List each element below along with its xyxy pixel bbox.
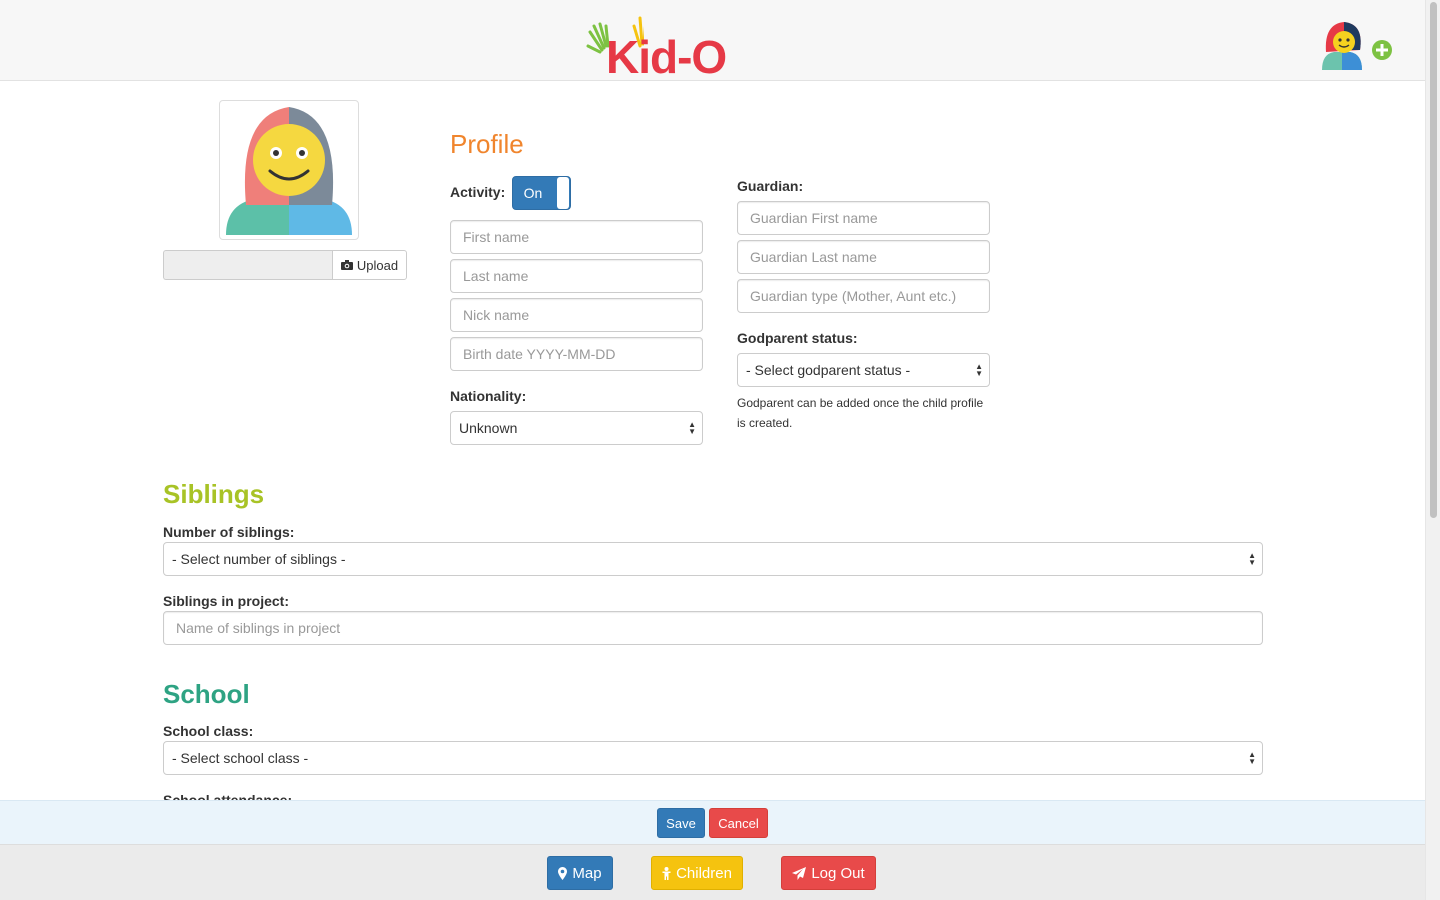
child-avatar (219, 100, 359, 240)
godparent-status-select[interactable]: - Select godparent status - ▲ ▼ (737, 353, 990, 387)
nationality-label: Nationality: (450, 388, 527, 404)
child-icon (662, 866, 671, 880)
last-name-input[interactable]: Last name (450, 259, 703, 293)
guardian-label: Guardian: (737, 178, 804, 194)
activity-toggle[interactable]: On (512, 176, 571, 210)
godparent-status-label: Godparent status: (737, 330, 858, 346)
select-arrows-icon: ▲ ▼ (688, 420, 696, 436)
upload-button[interactable]: Upload (332, 250, 407, 280)
nationality-value: Unknown (459, 420, 518, 436)
children-button[interactable]: Children (651, 856, 743, 890)
map-marker-icon (558, 866, 568, 880)
vertical-scrollbar[interactable] (1425, 0, 1440, 900)
add-child-button[interactable] (1318, 20, 1396, 72)
school-heading: School (163, 679, 250, 709)
add-child-icon (1322, 22, 1392, 70)
nationality-select[interactable]: Unknown ▲ ▼ (450, 411, 703, 445)
app-header: Kid-O (0, 0, 1425, 81)
godparent-note: Godparent can be added once the child pr… (737, 396, 984, 430)
photo-upload-group: Upload (163, 250, 407, 280)
logout-label: Log Out (811, 864, 865, 882)
number-of-siblings-label: Number of siblings: (163, 524, 295, 540)
map-button[interactable]: Map (547, 856, 613, 890)
guardian-type-input[interactable]: Guardian type (Mother, Aunt etc.) (737, 279, 990, 313)
birth-date-input[interactable]: Birth date YYYY-MM-DD (450, 337, 703, 371)
school-class-value: - Select school class - (172, 750, 309, 766)
map-label: Map (572, 864, 602, 882)
cancel-button[interactable]: Cancel (709, 808, 768, 838)
guardian-first-name-input[interactable]: Guardian First name (737, 201, 990, 235)
godparent-status-value: - Select godparent status - (746, 362, 911, 378)
guardian-last-name-input[interactable]: Guardian Last name (737, 240, 990, 274)
nick-name-input[interactable]: Nick name (450, 298, 703, 332)
scrollbar-thumb[interactable] (1430, 2, 1437, 518)
save-button[interactable]: Save (657, 808, 705, 838)
siblings-heading: Siblings (163, 479, 265, 509)
number-of-siblings-value: - Select number of siblings - (172, 551, 346, 567)
kid-o-logo[interactable]: Kid-O (584, 12, 740, 80)
activity-label: Activity: (450, 184, 506, 200)
siblings-in-project-input[interactable]: Name of siblings in project (163, 611, 1263, 645)
logo-text: Kid-O (606, 31, 727, 83)
siblings-in-project-label: Siblings in project: (163, 593, 290, 609)
toggle-handle[interactable] (557, 177, 569, 209)
camera-icon (340, 260, 353, 270)
school-class-label: School class: (163, 723, 254, 739)
first-name-input[interactable]: First name (450, 220, 703, 254)
child-avatar-icon (226, 107, 352, 235)
logout-button[interactable]: Log Out (781, 856, 876, 890)
upload-filename-field[interactable] (163, 250, 332, 280)
profile-heading: Profile (450, 129, 524, 159)
children-label: Children (676, 864, 732, 882)
paper-plane-icon (792, 866, 807, 880)
select-arrows-icon: ▲ ▼ (1248, 750, 1256, 766)
school-class-select[interactable]: - Select school class - ▲ ▼ (163, 741, 1263, 775)
select-arrows-icon: ▲ ▼ (975, 362, 983, 378)
activity-toggle-label: On (523, 185, 543, 201)
upload-label: Upload (356, 257, 399, 273)
number-of-siblings-select[interactable]: - Select number of siblings - ▲ ▼ (163, 542, 1263, 576)
select-arrows-icon: ▲ ▼ (1248, 551, 1256, 567)
